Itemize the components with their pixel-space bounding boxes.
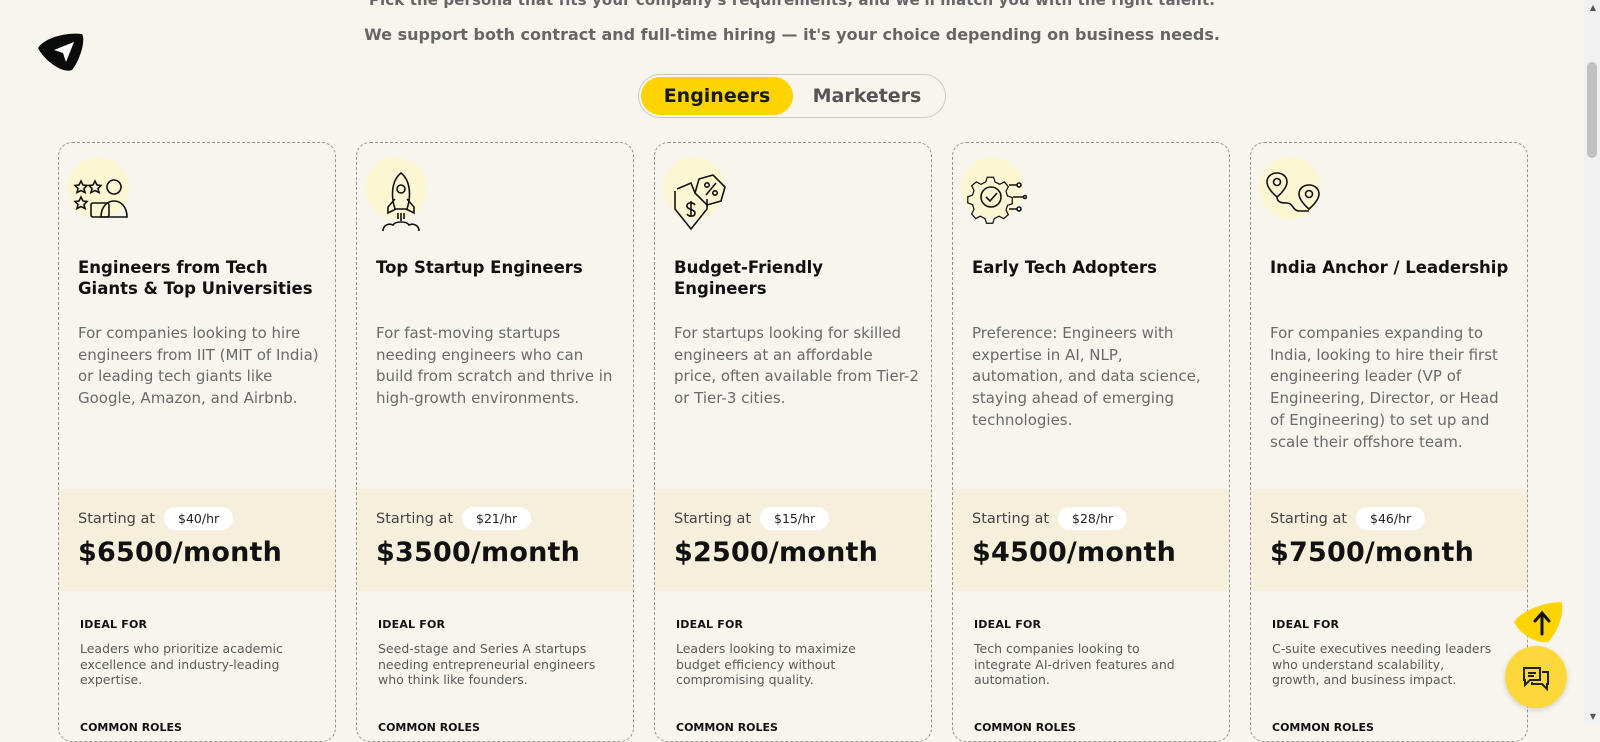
hourly-rate-badge: $21/hr bbox=[462, 507, 532, 530]
ideal-for-label: IDEAL FOR bbox=[676, 618, 744, 631]
common-roles-label: COMMON ROLES bbox=[378, 721, 480, 734]
price-box: Starting at $21/hr $3500/month bbox=[357, 489, 633, 591]
card-description: For companies looking to hire engineers … bbox=[78, 324, 319, 408]
hourly-rate-badge: $46/hr bbox=[1356, 507, 1426, 530]
card-title: Early Tech Adopters bbox=[972, 258, 1157, 277]
chat-icon bbox=[1523, 667, 1549, 692]
card-description: For fast-moving startups needing enginee… bbox=[376, 324, 613, 408]
ideal-for-label: IDEAL FOR bbox=[974, 618, 1042, 631]
ideal-for-label: IDEAL FOR bbox=[80, 618, 148, 631]
starting-at: Starting at $21/hr bbox=[376, 507, 532, 530]
persona-card: Early Tech Adopters Preference: Engineer… bbox=[952, 142, 1230, 742]
scroll-to-top-button[interactable] bbox=[1512, 600, 1564, 644]
starting-at: Starting at $46/hr bbox=[1270, 507, 1426, 530]
card-title: Top Startup Engineers bbox=[376, 258, 583, 277]
star-user-icon bbox=[67, 157, 137, 237]
ideal-for-label: IDEAL FOR bbox=[378, 618, 446, 631]
card-title: Engineers from Tech Giants & Top Univers… bbox=[78, 258, 313, 298]
hiring-subtitle: We support both contract and full-time h… bbox=[364, 25, 1220, 44]
price-box: Starting at $40/hr $6500/month bbox=[59, 489, 335, 591]
chat-button[interactable] bbox=[1505, 646, 1567, 708]
monthly-price: $2500/month bbox=[674, 537, 879, 568]
card-description: For companies expanding to India, lookin… bbox=[1270, 324, 1499, 451]
ideal-for-text: Leaders who prioritize academic excellen… bbox=[80, 641, 283, 687]
card-description: Preference: Engineers with expertise in … bbox=[972, 324, 1201, 429]
ideal-for-text: Leaders looking to maximize budget effic… bbox=[676, 641, 856, 687]
persona-card: India Anchor / Leadership For companies … bbox=[1250, 142, 1528, 742]
budget-percent-icon bbox=[663, 157, 733, 237]
monthly-price: $4500/month bbox=[972, 537, 1177, 568]
scroll-down-icon[interactable]: ▼ bbox=[1590, 712, 1596, 721]
starting-at: Starting at $28/hr bbox=[972, 507, 1128, 530]
intro-text: Pick the persona that fits your company'… bbox=[368, 0, 1216, 9]
hourly-rate-badge: $40/hr bbox=[164, 507, 234, 530]
tab-marketers[interactable]: Marketers bbox=[793, 77, 941, 115]
tab-engineers[interactable]: Engineers bbox=[641, 77, 793, 115]
hourly-rate-badge: $28/hr bbox=[1058, 507, 1128, 530]
starting-at-label: Starting at bbox=[376, 510, 454, 527]
persona-card: Engineers from Tech Giants & Top Univers… bbox=[58, 142, 336, 742]
monthly-price: $7500/month bbox=[1270, 537, 1475, 568]
persona-card: Top Startup Engineers For fast-moving st… bbox=[356, 142, 634, 742]
starting-at-label: Starting at bbox=[1270, 510, 1348, 527]
ideal-for-label: IDEAL FOR bbox=[1272, 618, 1340, 631]
common-roles-label: COMMON ROLES bbox=[1272, 721, 1374, 734]
card-title: India Anchor / Leadership bbox=[1270, 258, 1509, 277]
card-description: For startups looking for skilled enginee… bbox=[674, 324, 919, 408]
hourly-rate-badge: $15/hr bbox=[760, 507, 830, 530]
scroll-up-icon[interactable]: ▲ bbox=[1590, 3, 1596, 12]
starting-at-label: Starting at bbox=[674, 510, 752, 527]
page-scrollbar[interactable]: ▲ ▼ bbox=[1584, 0, 1600, 724]
price-box: Starting at $28/hr $4500/month bbox=[953, 489, 1229, 591]
starting-at-label: Starting at bbox=[972, 510, 1050, 527]
ideal-for-text: C-suite executives needing leaders who u… bbox=[1272, 641, 1492, 687]
starting-at-label: Starting at bbox=[78, 510, 156, 527]
persona-toggle: Engineers Marketers bbox=[638, 74, 946, 118]
gear-check-icon bbox=[961, 157, 1031, 237]
price-box: Starting at $46/hr $7500/month bbox=[1251, 489, 1527, 591]
rocket-icon bbox=[365, 157, 435, 237]
common-roles-label: COMMON ROLES bbox=[974, 721, 1076, 734]
ideal-for-text: Seed-stage and Series A startups needing… bbox=[378, 641, 596, 687]
common-roles-label: COMMON ROLES bbox=[676, 721, 778, 734]
location-route-icon bbox=[1259, 157, 1329, 237]
logo-icon[interactable] bbox=[36, 30, 86, 72]
starting-at: Starting at $15/hr bbox=[674, 507, 830, 530]
persona-card: Budget-Friendly Engineers For startups l… bbox=[654, 142, 932, 742]
price-box: Starting at $15/hr $2500/month bbox=[655, 489, 931, 591]
common-roles-label: COMMON ROLES bbox=[80, 721, 182, 734]
starting-at: Starting at $40/hr bbox=[78, 507, 234, 530]
card-title: Budget-Friendly Engineers bbox=[674, 258, 824, 298]
monthly-price: $6500/month bbox=[78, 537, 283, 568]
scrollbar-thumb[interactable] bbox=[1587, 62, 1597, 158]
ideal-for-text: Tech companies looking to integrate AI-d… bbox=[974, 641, 1175, 687]
monthly-price: $3500/month bbox=[376, 537, 581, 568]
